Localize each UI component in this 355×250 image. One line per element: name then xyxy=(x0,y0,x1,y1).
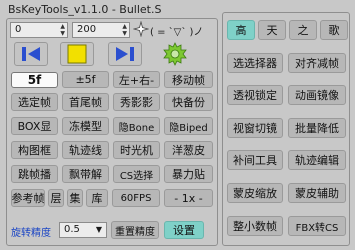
crosshair-icon[interactable] xyxy=(133,21,149,37)
composition-frame-button[interactable]: 构图框 xyxy=(11,141,58,159)
start-frame-spinner[interactable]: 0 ▲ ▼ xyxy=(10,22,68,38)
speed-1x-button[interactable]: - 1x - xyxy=(164,189,213,207)
align-reduce-frame-button[interactable]: 对齐减帧 xyxy=(288,53,346,73)
start-frame-value: 0 xyxy=(15,24,22,35)
tab-ge[interactable]: 歌 xyxy=(320,20,348,40)
perspective-lock-button[interactable]: 透视锁定 xyxy=(227,85,283,105)
prev-key-icon xyxy=(22,47,40,61)
reset-precision-button[interactable]: 重置精度 xyxy=(111,221,159,239)
first-last-frame-button[interactable]: 首尾帧 xyxy=(62,93,109,111)
batch-reduce-button[interactable]: 批量降低 xyxy=(288,118,346,138)
emote-text: ( = `▽` )ノ xyxy=(150,27,204,38)
quick-backup-button[interactable]: 快备份 xyxy=(164,93,213,111)
spinner-arrows-icon[interactable]: ▲ ▼ xyxy=(122,23,127,37)
precision-value: 0.5 xyxy=(64,224,80,235)
animation-mirror-button[interactable]: 动画镜像 xyxy=(288,85,346,105)
fbx-to-cs-button[interactable]: FBX转CS xyxy=(288,216,346,236)
layer-button[interactable]: 层 xyxy=(48,189,64,207)
hide-bone-button[interactable]: 隐Bone xyxy=(113,117,160,135)
trajectory-edit-button[interactable]: 轨迹编辑 xyxy=(288,150,346,170)
box-show-button[interactable]: BOX显 xyxy=(11,117,58,135)
onion-skin-button[interactable]: 洋葱皮 xyxy=(164,141,213,159)
next-key-icon xyxy=(116,47,134,61)
next-key-button[interactable] xyxy=(108,42,142,66)
time-machine-button[interactable]: 时光机 xyxy=(113,141,160,159)
ribbon-solve-button[interactable]: 飘带解 xyxy=(62,165,109,183)
step-5f-button[interactable]: ±5f xyxy=(62,71,109,88)
settings-button[interactable]: 设置 xyxy=(164,221,204,239)
end-frame-spinner[interactable]: 200 ▲ ▼ xyxy=(72,22,130,38)
library-button[interactable]: 库 xyxy=(86,189,108,207)
tab-gao[interactable]: 高 xyxy=(227,20,255,40)
set-button[interactable]: 集 xyxy=(67,189,83,207)
gear-button[interactable] xyxy=(160,40,190,68)
force-paste-button[interactable]: 暴力贴 xyxy=(164,165,213,183)
stop-button[interactable] xyxy=(60,42,94,66)
stop-icon xyxy=(67,44,87,64)
move-frame-button[interactable]: 移动帧 xyxy=(164,71,213,88)
skip-frame-play-button[interactable]: 跳帧播 xyxy=(11,165,58,183)
gear-icon xyxy=(163,42,187,66)
show-ghost-button[interactable]: 秀影影 xyxy=(113,93,160,111)
spinner-arrows-icon[interactable]: ▲ ▼ xyxy=(60,23,65,37)
freeze-model-button[interactable]: 冻模型 xyxy=(62,117,109,135)
fps-60-button[interactable]: 60FPS xyxy=(112,189,160,207)
tab-tian[interactable]: 天 xyxy=(258,20,286,40)
selector-button[interactable]: 选选择器 xyxy=(227,53,283,73)
viewport-camera-button[interactable]: 视窗切镜 xyxy=(227,118,283,138)
left-right-button[interactable]: 左+右- xyxy=(113,71,160,88)
integer-frame-button[interactable]: 整小数帧 xyxy=(227,216,283,236)
precision-dropdown[interactable]: 0.5 ▼ xyxy=(59,222,107,238)
prev-key-button[interactable] xyxy=(14,42,48,66)
tab-zhi[interactable]: 之 xyxy=(289,20,317,40)
end-frame-value: 200 xyxy=(77,24,97,35)
frame-step-field[interactable]: 5f xyxy=(11,72,58,88)
rotation-precision-label: 旋转精度 xyxy=(11,228,51,239)
select-frame-button[interactable]: 选定帧 xyxy=(11,93,58,111)
hide-biped-button[interactable]: 隐Biped xyxy=(164,117,213,135)
skin-assist-button[interactable]: 蒙皮辅助 xyxy=(288,183,346,203)
cs-select-button[interactable]: CS选择 xyxy=(113,165,160,183)
reference-frame-button[interactable]: 参考帧 xyxy=(11,189,45,207)
chevron-down-icon: ▼ xyxy=(95,225,102,234)
tween-tool-button[interactable]: 补间工具 xyxy=(227,150,283,170)
trajectory-button[interactable]: 轨迹线 xyxy=(62,141,109,159)
skin-scale-button[interactable]: 蒙皮缩放 xyxy=(227,183,283,203)
